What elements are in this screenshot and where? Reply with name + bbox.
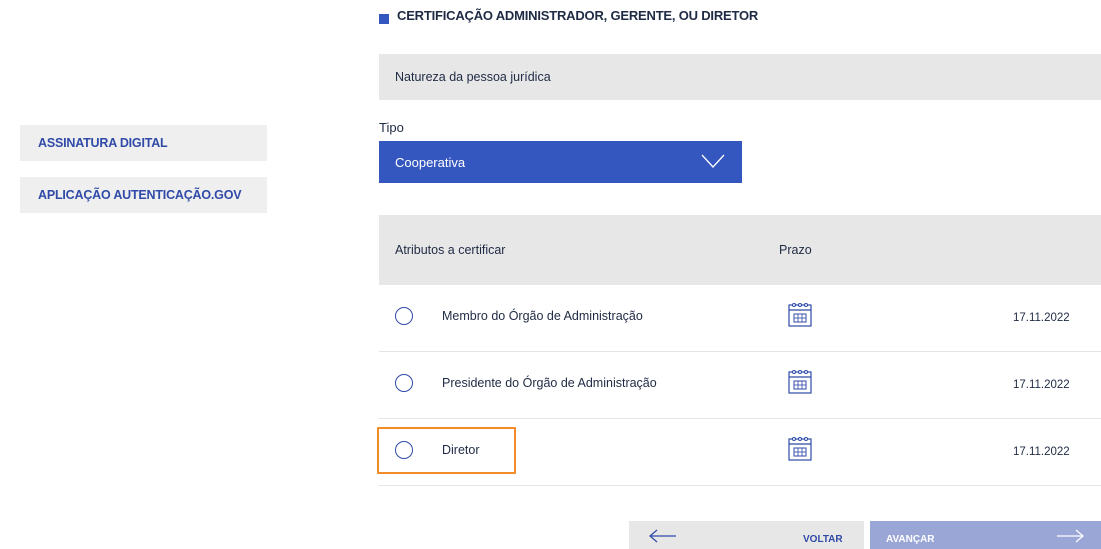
radio-button[interactable]: [395, 374, 413, 392]
deadline-date: 17.11.2022: [1013, 379, 1070, 391]
next-button-label: AVANÇAR: [886, 534, 935, 545]
next-button[interactable]: AVANÇAR: [870, 521, 1101, 549]
highlight-box: [377, 427, 516, 474]
tipo-select[interactable]: Cooperativa: [379, 141, 742, 183]
subsection-header: Natureza da pessoa jurídica: [379, 54, 1101, 100]
tipo-selected-value: Cooperativa: [395, 154, 466, 170]
attribute-label: Membro do Órgão de Administração: [442, 309, 643, 323]
bullet-square-icon: [379, 14, 389, 24]
sidebar-item-assinatura-digital[interactable]: ASSINATURA DIGITAL: [20, 125, 267, 161]
deadline-date: 17.11.2022: [1013, 446, 1070, 458]
deadline-date: 17.11.2022: [1013, 312, 1070, 324]
attribute-label: Presidente do Órgão de Administração: [442, 376, 657, 390]
column-header-deadline: Prazo: [779, 243, 812, 257]
back-button[interactable]: VOLTAR: [629, 521, 864, 549]
sidebar-item-label: APLICAÇÃO AUTENTICAÇÃO.GOV: [38, 188, 242, 202]
tipo-label: Tipo: [379, 120, 404, 135]
table-row: Membro do Órgão de Administração 17.11.2…: [379, 285, 1101, 352]
sidebar-item-autenticacao-gov[interactable]: APLICAÇÃO AUTENTICAÇÃO.GOV: [20, 177, 267, 213]
chevron-down-icon: [701, 154, 725, 168]
arrow-right-icon: [1057, 529, 1084, 543]
calendar-icon[interactable]: [788, 368, 812, 394]
subsection-title: Natureza da pessoa jurídica: [395, 70, 551, 84]
attributes-table-header: Atributos a certificar Prazo: [379, 215, 1101, 285]
radio-button[interactable]: [395, 307, 413, 325]
table-row: Presidente do Órgão de Administração 17.…: [379, 352, 1101, 419]
calendar-icon[interactable]: [788, 301, 812, 327]
arrow-left-icon: [649, 529, 676, 543]
back-button-label: VOLTAR: [803, 534, 843, 545]
section-title: CERTIFICAÇÃO ADMINISTRADOR, GERENTE, OU …: [379, 8, 758, 30]
calendar-icon[interactable]: [788, 435, 812, 461]
sidebar-item-label: ASSINATURA DIGITAL: [38, 136, 168, 150]
column-header-attributes: Atributos a certificar: [395, 243, 506, 257]
